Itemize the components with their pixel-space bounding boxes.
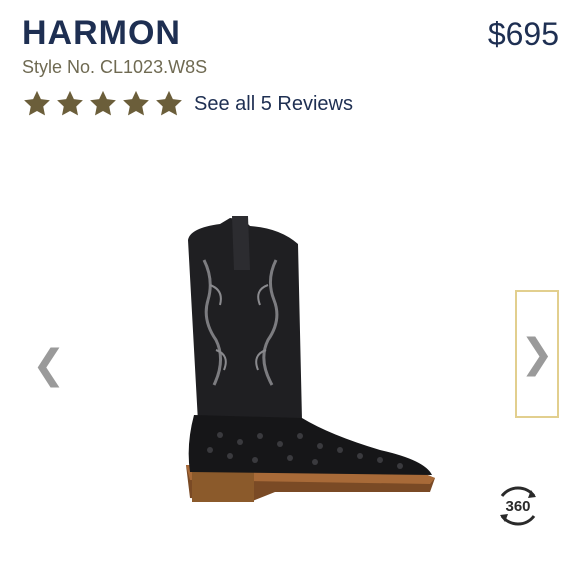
see-all-reviews-link[interactable]: See all 5 Reviews: [194, 93, 353, 116]
star-icon: [90, 90, 116, 116]
star-icon: [57, 90, 83, 116]
product-price: $695: [487, 16, 559, 52]
chevron-left-icon[interactable]: ❮: [32, 345, 66, 385]
style-number: Style No. CL1023.W8S: [22, 57, 208, 77]
next-image-button[interactable]: ❯: [515, 290, 559, 418]
view-360-label: 360: [505, 497, 531, 515]
star-icon: [24, 90, 50, 116]
chevron-right-icon: ❯: [520, 332, 554, 376]
product-image-boot: [186, 216, 435, 502]
star-icon: [156, 90, 182, 116]
rating-row: See all 5 Reviews: [22, 89, 353, 119]
star-icon: [123, 90, 149, 116]
product-title: HARMON: [22, 14, 181, 52]
star-rating: [22, 89, 184, 119]
view-360-button[interactable]: 360: [490, 478, 546, 534]
